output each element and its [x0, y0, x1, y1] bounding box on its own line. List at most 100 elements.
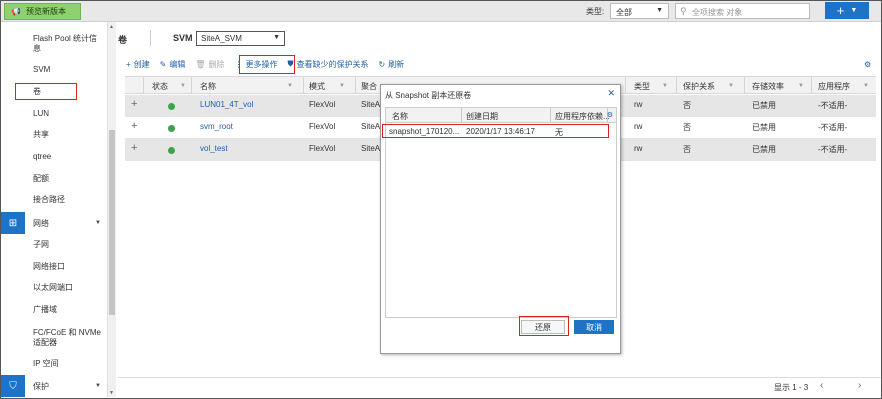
status-ok-icon: [168, 125, 175, 132]
chevron-down-icon: ▼: [850, 7, 858, 14]
col-app-dependency[interactable]: 应用程序依赖...: [555, 111, 610, 122]
sidebar-item-qtree[interactable]: qtree: [33, 152, 51, 162]
volume-type: rw: [634, 122, 643, 131]
network-icon: ⊞: [1, 212, 25, 234]
sidebar-item-lun[interactable]: LUN: [33, 109, 49, 119]
sidebar-item-broadcast-domains[interactable]: 广播域: [33, 305, 57, 315]
add-button[interactable]: + ▼: [825, 2, 869, 19]
col-efficiency[interactable]: 存储效率: [752, 81, 784, 92]
volume-mode: FlexVol: [309, 144, 336, 153]
chevron-down-icon: ▼: [656, 7, 663, 14]
svm-select[interactable]: SiteA_SVM ▼: [196, 31, 285, 46]
missing-protection-label: 查看缺少的保护关系: [296, 59, 369, 69]
snapshot-table-header: 名称 创建日期 应用程序依赖... ⚙: [386, 108, 616, 123]
filter-icon[interactable]: ▼: [863, 83, 869, 89]
col-application[interactable]: 应用程序: [818, 81, 850, 92]
type-filter-value: 全部: [616, 8, 632, 17]
sidebar-scroll-thumb[interactable]: [109, 130, 115, 315]
volume-name-link[interactable]: svm_root: [200, 122, 233, 131]
search-input[interactable]: ⚲ 全项搜索 对象: [675, 3, 810, 19]
sidebar-item-ip-spaces[interactable]: IP 空间: [33, 359, 59, 369]
column-separator: [744, 77, 745, 94]
volume-efficiency: 已禁用: [752, 123, 776, 132]
gear-icon[interactable]: ⚙: [864, 60, 871, 69]
filter-icon[interactable]: ▼: [339, 83, 345, 89]
refresh-icon: ↻: [378, 59, 386, 69]
volume-mode: FlexVol: [309, 100, 336, 109]
sidebar-item-fc-adapters[interactable]: FC/FCoE 和 NVMe 适配器: [33, 328, 101, 348]
filter-icon[interactable]: ▼: [728, 83, 734, 89]
create-button[interactable]: + 创建: [126, 59, 150, 70]
col-mode[interactable]: 模式: [309, 81, 325, 92]
plus-icon: +: [836, 3, 845, 18]
column-separator: [676, 77, 677, 94]
col-created-date[interactable]: 创建日期: [466, 111, 498, 122]
col-protection[interactable]: 保护关系: [683, 81, 715, 92]
filter-icon[interactable]: ▼: [180, 83, 186, 89]
volume-name-link[interactable]: vol_test: [200, 144, 228, 153]
scroll-down-icon[interactable]: ▼: [109, 390, 114, 396]
col-name[interactable]: 名称: [200, 81, 216, 92]
sidebar-item-junction-paths[interactable]: 接合路径: [33, 195, 65, 205]
refresh-button[interactable]: ↻ 刷新: [379, 59, 405, 70]
snapshot-row-highlight-box: [382, 124, 609, 138]
sidebar-item-subnets[interactable]: 子网: [33, 240, 49, 250]
preview-label: 预览新版本: [25, 7, 66, 16]
snapshot-table: 名称 创建日期 应用程序依赖... ⚙ snapshot_170120... 2…: [385, 107, 617, 318]
gear-icon[interactable]: ⚙: [607, 111, 613, 119]
scroll-up-icon[interactable]: ▲: [109, 24, 114, 30]
volumes-highlight-box: [15, 83, 77, 100]
chevron-down-icon: ▼: [273, 34, 280, 41]
status-bar: [118, 377, 881, 398]
expand-icon[interactable]: +: [131, 98, 137, 110]
sidebar-item-svm[interactable]: SVM: [33, 65, 50, 75]
delete-button[interactable]: 🗑 删除: [195, 59, 224, 70]
megaphone-icon: 📢: [11, 7, 21, 16]
volume-protection: 否: [683, 101, 691, 110]
plus-icon: +: [126, 59, 131, 69]
header-divider: [150, 30, 151, 46]
col-snapshot-name[interactable]: 名称: [392, 111, 408, 122]
cancel-button[interactable]: 取消: [574, 320, 614, 334]
filter-icon[interactable]: ▼: [662, 83, 668, 89]
protection-section-label: 保护: [33, 381, 49, 391]
col-type[interactable]: 类型: [634, 81, 650, 92]
status-ok-icon: [168, 147, 175, 154]
prev-page-icon[interactable]: ‹: [820, 380, 823, 391]
svm-label: SVM: [173, 33, 193, 43]
sidebar-item-flash-pool[interactable]: Flash Pool 统计信息: [33, 34, 103, 54]
sidebar-item-shares[interactable]: 共享: [33, 130, 49, 140]
col-aggregate[interactable]: 聚合: [361, 81, 377, 92]
sidebar-item-network-interfaces[interactable]: 网络接口: [33, 262, 65, 272]
search-placeholder: 全项搜索 对象: [692, 8, 743, 17]
missing-protection-button[interactable]: ⛊ 查看缺少的保护关系: [288, 59, 369, 70]
expand-icon[interactable]: +: [131, 120, 137, 132]
filter-icon[interactable]: ▼: [798, 83, 804, 89]
next-page-icon[interactable]: ›: [858, 380, 861, 391]
shield-icon: ⛉: [1, 375, 25, 397]
status-ok-icon: [168, 103, 175, 110]
expand-icon[interactable]: +: [131, 142, 137, 154]
edit-button[interactable]: ✎ 编辑: [160, 59, 186, 70]
sidebar-section-network[interactable]: ⊞ 网络 ▼: [1, 212, 107, 234]
volume-application: -不适用-: [818, 101, 848, 110]
volume-name-link[interactable]: LUN01_4T_vol: [200, 100, 253, 109]
network-section-label: 网络: [33, 218, 49, 228]
edit-label: 编辑: [169, 59, 186, 69]
column-separator: [811, 77, 812, 94]
volume-protection: 否: [683, 145, 691, 154]
sidebar-item-quotas[interactable]: 配额: [33, 174, 49, 184]
close-icon[interactable]: ✕: [607, 88, 615, 99]
volume-aggregate: SiteA: [361, 100, 381, 109]
sidebar-item-ethernet-ports[interactable]: 以太网端口: [33, 283, 73, 293]
preview-new-version-button[interactable]: 📢 预览新版本: [4, 3, 81, 20]
volume-mode: FlexVol: [309, 122, 336, 131]
volume-efficiency: 已禁用: [752, 101, 776, 110]
filter-icon[interactable]: ▼: [287, 83, 293, 89]
type-filter-select[interactable]: 全部 ▼: [610, 3, 669, 19]
col-status[interactable]: 状态: [152, 81, 168, 92]
delete-label: 删除: [208, 59, 225, 69]
volume-aggregate: SiteA: [361, 122, 381, 131]
type-filter-label: 类型:: [586, 7, 605, 16]
sidebar-section-protection[interactable]: ⛉ 保护 ▼: [1, 375, 107, 397]
